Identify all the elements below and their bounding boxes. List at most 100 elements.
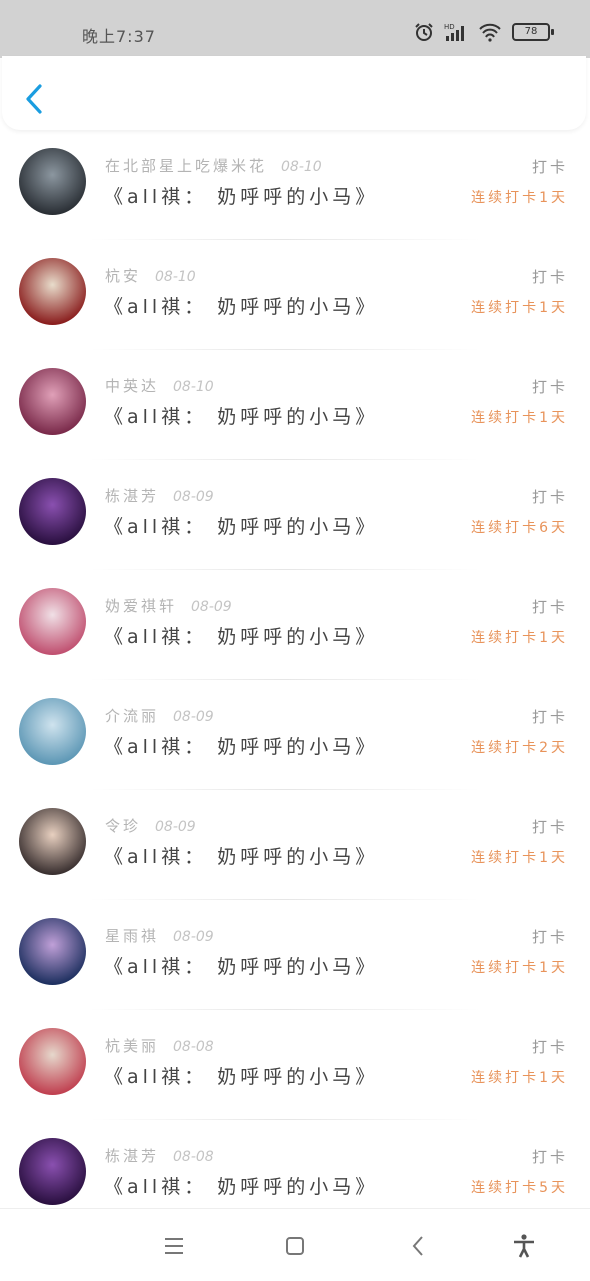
list-item[interactable]: 令珍 08-09 《all祺： 奶呼呼的小马》 打卡连续打卡1天: [0, 790, 590, 900]
back-button[interactable]: [20, 82, 48, 116]
checkin-tag: 打卡: [531, 488, 568, 506]
user-name-text: 介流丽: [105, 707, 160, 725]
user-name: 令珍 08-09: [105, 815, 196, 836]
status-icons: HD 78: [414, 22, 554, 42]
book-title: 《all祺： 奶呼呼的小马》: [104, 736, 379, 758]
user-name-text: 中英达: [105, 377, 160, 395]
user-name: 在北部星上吃爆米花 08-10: [105, 155, 322, 176]
book-title: 《all祺： 奶呼呼的小马》: [104, 1066, 379, 1088]
checkin-date: 08-09: [191, 599, 232, 615]
user-name-text: 令珍: [105, 817, 142, 835]
user-name: 介流丽 08-09: [105, 705, 214, 726]
user-name: 妫爱祺轩 08-09: [105, 595, 232, 616]
list-item[interactable]: 介流丽 08-09 《all祺： 奶呼呼的小马》 打卡连续打卡2天: [0, 680, 590, 790]
user-name: 星雨祺 08-09: [105, 925, 214, 946]
avatar[interactable]: [19, 478, 86, 545]
checkin-date: 08-09: [173, 489, 214, 505]
avatar[interactable]: [19, 1138, 86, 1205]
list-item[interactable]: 杭美丽 08-08 《all祺： 奶呼呼的小马》 打卡连续打卡1天: [0, 1010, 590, 1120]
header-bar: [2, 56, 586, 130]
back-icon: [412, 1236, 423, 1256]
wifi-icon: [478, 22, 502, 42]
nav-back-button[interactable]: [406, 1233, 432, 1259]
user-name-text: 在北部星上吃爆米花: [105, 157, 268, 175]
menu-icon: [165, 1238, 183, 1254]
streak-label: 连续打卡1天: [471, 300, 568, 316]
book-title: 《all祺： 奶呼呼的小马》: [104, 846, 379, 868]
checkin-date: 08-10: [281, 159, 322, 175]
streak-label: 连续打卡1天: [471, 410, 568, 426]
book-title: 《all祺： 奶呼呼的小马》: [104, 1176, 379, 1198]
checkin-date: 08-09: [173, 709, 214, 725]
checkin-tag: 打卡: [531, 1038, 568, 1056]
checkin-date: 08-10: [155, 269, 196, 285]
book-title: 《all祺： 奶呼呼的小马》: [104, 296, 379, 318]
streak-label: 连续打卡6天: [471, 520, 568, 536]
streak-label: 连续打卡1天: [471, 850, 568, 866]
checkin-date: 08-08: [173, 1149, 214, 1165]
user-name: 杭美丽 08-08: [105, 1035, 214, 1056]
streak-label: 连续打卡1天: [471, 190, 568, 206]
user-name-text: 妫爱祺轩: [105, 597, 178, 615]
list-item[interactable]: 栋湛芳 08-09 《all祺： 奶呼呼的小马》 打卡连续打卡6天: [0, 460, 590, 570]
checkin-date: 08-08: [173, 1039, 214, 1055]
home-button[interactable]: [282, 1233, 308, 1259]
streak-label: 连续打卡5天: [471, 1180, 568, 1196]
avatar[interactable]: [19, 1028, 86, 1095]
accessibility-button[interactable]: [511, 1233, 537, 1259]
battery-icon: 78: [512, 23, 554, 41]
user-name-text: 杭安: [105, 267, 142, 285]
checkin-date: 08-09: [155, 819, 196, 835]
hd-signal-icon: HD: [444, 22, 468, 42]
user-name: 栋湛芳 08-09: [105, 485, 214, 506]
alarm-icon: [414, 22, 434, 42]
list-item[interactable]: 在北部星上吃爆米花 08-10 《all祺： 奶呼呼的小马》 打卡连续打卡1天: [0, 130, 590, 240]
list-item[interactable]: 中英达 08-10 《all祺： 奶呼呼的小马》 打卡连续打卡1天: [0, 350, 590, 460]
svg-text:HD: HD: [444, 23, 455, 31]
checkin-date: 08-09: [173, 929, 214, 945]
checkin-tag: 打卡: [531, 268, 568, 286]
status-time: 晚上7:37: [82, 27, 156, 46]
status-bar: 晚上7:37 HD 78: [0, 0, 590, 58]
user-name-text: 栋湛芳: [105, 487, 160, 505]
avatar[interactable]: [19, 148, 86, 215]
home-icon: [286, 1237, 304, 1255]
checkin-date: 08-10: [173, 379, 214, 395]
user-name-text: 杭美丽: [105, 1037, 160, 1055]
chevron-left-icon: [26, 84, 42, 114]
accessibility-icon: [514, 1234, 534, 1258]
avatar[interactable]: [19, 368, 86, 435]
list-item[interactable]: 妫爱祺轩 08-09 《all祺： 奶呼呼的小马》 打卡连续打卡1天: [0, 570, 590, 680]
checkin-tag: 打卡: [531, 708, 568, 726]
avatar[interactable]: [19, 808, 86, 875]
checkin-tag: 打卡: [531, 158, 568, 176]
streak-label: 连续打卡2天: [471, 740, 568, 756]
avatar[interactable]: [19, 258, 86, 325]
checkin-list: 在北部星上吃爆米花 08-10 《all祺： 奶呼呼的小马》 打卡 连续打卡1天 杭安 08…: [0, 130, 590, 1230]
user-name: 中英达 08-10: [105, 375, 214, 396]
streak-label: 连续打卡1天: [471, 1070, 568, 1086]
user-name: 杭安 08-10: [105, 265, 196, 286]
checkin-tag: 打卡: [531, 1148, 568, 1166]
avatar[interactable]: [19, 698, 86, 765]
avatar[interactable]: [19, 588, 86, 655]
book-title: 《all祺： 奶呼呼的小马》: [104, 956, 379, 978]
menu-button[interactable]: [161, 1233, 187, 1259]
list-item[interactable]: 星雨祺 08-09 《all祺： 奶呼呼的小马》 打卡连续打卡1天: [0, 900, 590, 1010]
user-name: 栋湛芳 08-08: [105, 1145, 214, 1166]
avatar[interactable]: [19, 918, 86, 985]
checkin-tag: 打卡: [531, 928, 568, 946]
book-title: 《all祺： 奶呼呼的小马》: [104, 626, 379, 648]
streak-label: 连续打卡1天: [471, 960, 568, 976]
list-item[interactable]: 杭安 08-10 《all祺： 奶呼呼的小马》 打卡连续打卡1天: [0, 240, 590, 350]
book-title: 《all祺： 奶呼呼的小马》: [104, 516, 379, 538]
book-title: 《all祺： 奶呼呼的小马》: [104, 186, 379, 208]
checkin-tag: 打卡: [531, 818, 568, 836]
system-nav-bar: [0, 1208, 590, 1281]
book-title: 《all祺： 奶呼呼的小马》: [104, 406, 379, 428]
checkin-tag: 打卡: [531, 598, 568, 616]
user-name-text: 星雨祺: [105, 927, 160, 945]
streak-label: 连续打卡1天: [471, 630, 568, 646]
user-name-text: 栋湛芳: [105, 1147, 160, 1165]
checkin-tag: 打卡: [531, 378, 568, 396]
